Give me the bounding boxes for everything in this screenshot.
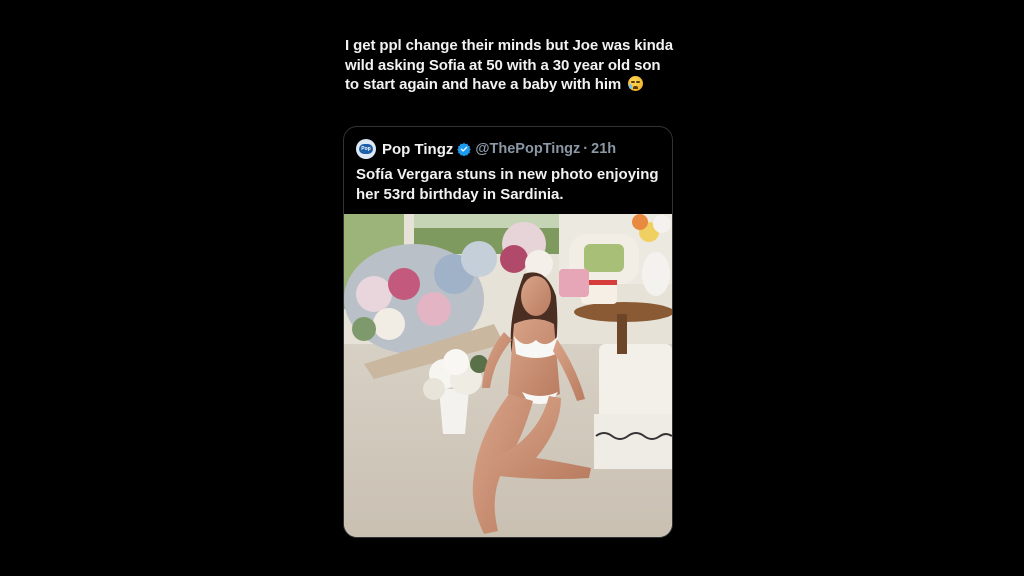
post-text-block: I get ppl change their minds but Joe was…: [345, 36, 675, 95]
quoted-post-header: Pop Pop Tingz @ThePopTingz · 21h: [356, 139, 616, 159]
post-timestamp[interactable]: 21h: [591, 141, 616, 157]
author-name[interactable]: Pop Tingz: [382, 141, 453, 158]
author-handle[interactable]: @ThePopTingz: [475, 141, 580, 157]
quoted-post-text: Sofía Vergara stuns in new photo enjoyin…: [356, 166, 659, 203]
separator-dot: ·: [583, 141, 589, 157]
avatar-logo: Pop: [359, 144, 373, 154]
screen: I get ppl change their minds but Joe was…: [0, 0, 1024, 576]
quoted-post-card[interactable]: Pop Pop Tingz @ThePopTingz · 21h Sofía V…: [343, 126, 673, 538]
post-photo[interactable]: [344, 214, 672, 537]
verified-badge-icon: [457, 142, 472, 156]
avatar[interactable]: Pop: [356, 139, 376, 159]
photo-illustration: [344, 214, 672, 537]
crying-face-icon: [628, 76, 644, 91]
post-text: I get ppl change their minds but Joe was…: [345, 37, 673, 93]
